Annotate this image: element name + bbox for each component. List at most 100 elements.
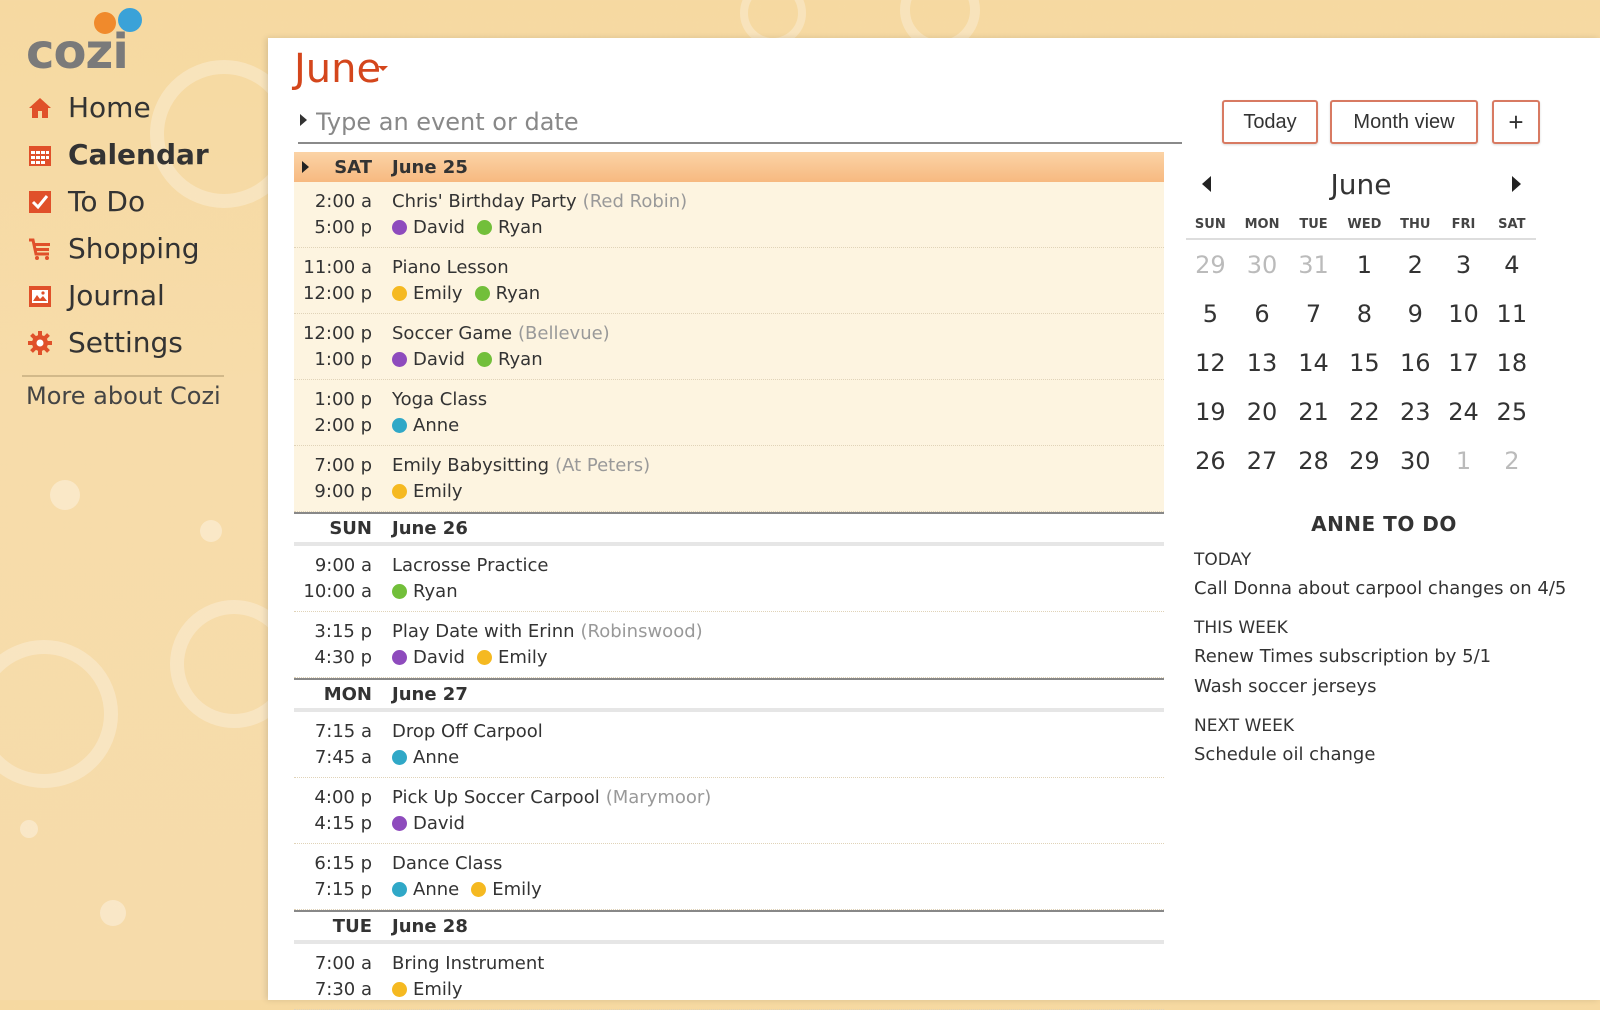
calendar-day[interactable]: 10 (1439, 289, 1487, 338)
calendar-day[interactable]: 28 (1289, 436, 1337, 485)
calendar-day[interactable]: 14 (1289, 338, 1337, 387)
calendar-day[interactable]: 2 (1391, 239, 1439, 289)
month-view-button[interactable]: Month view (1330, 100, 1478, 144)
nav-item-todo[interactable]: To Do (26, 178, 236, 225)
todo-item[interactable]: Wash soccer jerseys (1194, 676, 1574, 698)
attendee-color-dot-icon (392, 484, 407, 499)
next-month-arrow-icon[interactable] (1512, 176, 1521, 192)
weekday-header: THU (1391, 210, 1440, 240)
nav-item-shopping[interactable]: Shopping (26, 225, 236, 272)
attendee-color-dot-icon (471, 882, 487, 897)
calendar-day[interactable]: 19 (1186, 387, 1235, 436)
todo-item[interactable]: Schedule oil change (1194, 744, 1574, 766)
collapse-triangle-icon[interactable] (302, 161, 309, 173)
home-icon (26, 94, 54, 122)
calendar-day[interactable]: 29 (1186, 239, 1235, 289)
event-row[interactable]: 11:00 a 12:00 p Piano Lesson Emily Ryan (294, 248, 1164, 314)
calendar-day[interactable]: 16 (1391, 338, 1439, 387)
attendee: Emily (392, 481, 463, 502)
calendar-day[interactable]: 2 (1488, 436, 1536, 485)
event-attendees: Ryan (392, 581, 470, 602)
todo-item[interactable]: Renew Times subscription by 5/1 (1194, 646, 1574, 668)
day-date: June 26 (392, 517, 468, 539)
event-row[interactable]: 2:00 a 5:00 p Chris' Birthday Party (Red Ro… (294, 182, 1164, 248)
expand-triangle-icon[interactable] (300, 114, 307, 126)
calendar-day[interactable]: 31 (1289, 239, 1337, 289)
attendee: Emily (392, 283, 463, 304)
day-header[interactable]: SUN June 26 (294, 512, 1164, 546)
calendar-day[interactable]: 13 (1235, 338, 1290, 387)
agenda-list: SAT June 25 2:00 a 5:00 p Chris' Birthday Pa… (294, 152, 1164, 1010)
calendar-day[interactable]: 1 (1439, 436, 1487, 485)
calendar-day[interactable]: 4 (1488, 239, 1536, 289)
event-input[interactable] (314, 104, 1178, 140)
calendar-day[interactable]: 29 (1338, 436, 1391, 485)
main-nav: Home Calendar To Do Shopping Journal Set… (26, 84, 236, 366)
event-title: Chris' Birthday Party (392, 191, 577, 212)
add-event-button[interactable]: + (1492, 100, 1540, 144)
event-title-line: Drop Off Carpool (392, 721, 543, 742)
event-start-time: 7:00 a (314, 953, 372, 974)
day-header[interactable]: MON June 27 (294, 678, 1164, 712)
event-row[interactable]: 3:15 p 4:30 p Play Date with Erinn (Robinsw… (294, 612, 1164, 678)
event-row[interactable]: 7:15 a 7:45 a Drop Off Carpool Anne (294, 712, 1164, 778)
journal-icon (26, 282, 54, 310)
event-row[interactable]: 12:00 p 1:00 p Soccer Game (Bellevue) David R… (294, 314, 1164, 380)
attendee-color-dot-icon (476, 650, 492, 665)
nav-item-home[interactable]: Home (26, 84, 236, 131)
weekday-header: TUE (1289, 210, 1338, 240)
weekday-header: SUN (1186, 210, 1235, 240)
cozi-logo[interactable]: cozi (24, 6, 164, 80)
event-attendees: Emily (392, 979, 475, 1000)
calendar-day[interactable]: 6 (1235, 289, 1290, 338)
calendar-day[interactable]: 22 (1338, 387, 1391, 436)
calendar-day[interactable]: 17 (1439, 338, 1487, 387)
calendar-day[interactable]: 5 (1186, 289, 1235, 338)
calendar-day[interactable]: 11 (1488, 289, 1536, 338)
more-about-cozi-link[interactable]: More about Cozi (26, 382, 221, 410)
event-row[interactable]: 7:00 a 7:30 a Bring Instrument Emily (294, 944, 1164, 1010)
attendee-name: Anne (413, 747, 460, 768)
calendar-day[interactable]: 23 (1391, 387, 1439, 436)
calendar-day[interactable]: 20 (1235, 387, 1290, 436)
event-row[interactable]: 1:00 p 2:00 p Yoga Class Anne (294, 380, 1164, 446)
attendee-color-dot-icon (392, 286, 407, 301)
nav-item-journal[interactable]: Journal (26, 272, 236, 319)
day-header[interactable]: TUE June 28 (294, 910, 1164, 944)
calendar-day[interactable]: 8 (1338, 289, 1391, 338)
event-row[interactable]: 9:00 a 10:00 a Lacrosse Practice Ryan (294, 546, 1164, 612)
calendar-day[interactable]: 15 (1338, 338, 1391, 387)
calendar-day[interactable]: 3 (1439, 239, 1487, 289)
event-row[interactable]: 4:00 p 4:15 p Pick Up Soccer Carpool (Marym… (294, 778, 1164, 844)
today-button[interactable]: Today (1222, 100, 1318, 144)
month-dropdown-caret-icon[interactable] (378, 66, 388, 71)
calendar-day[interactable]: 9 (1391, 289, 1439, 338)
attendee: Anne (392, 747, 459, 768)
calendar-day[interactable]: 18 (1488, 338, 1536, 387)
event-row[interactable]: 6:15 p 7:15 p Dance Class Anne Emily (294, 844, 1164, 910)
event-attendees: Anne (392, 747, 471, 768)
event-end-time: 5:00 p (314, 217, 372, 238)
event-title-line: Bring Instrument (392, 953, 544, 974)
nav-item-settings[interactable]: Settings (26, 319, 236, 366)
calendar-day[interactable]: 30 (1391, 436, 1439, 485)
calendar-day[interactable]: 25 (1488, 387, 1536, 436)
event-row[interactable]: 7:00 p 9:00 p Emily Babysitting (At Peters)… (294, 446, 1164, 512)
calendar-day[interactable]: 24 (1439, 387, 1487, 436)
nav-item-calendar[interactable]: Calendar (26, 131, 236, 178)
event-start-time: 12:00 p (302, 323, 372, 344)
day-header[interactable]: SAT June 25 (294, 152, 1164, 182)
todo-item[interactable]: Call Donna about carpool changes on 4/5 (1194, 578, 1574, 600)
calendar-day[interactable]: 12 (1186, 338, 1235, 387)
calendar-day[interactable]: 21 (1289, 387, 1337, 436)
event-title: Dance Class (392, 853, 503, 874)
calendar-day[interactable]: 30 (1235, 239, 1290, 289)
calendar-day[interactable]: 26 (1186, 436, 1235, 485)
event-title-line: Emily Babysitting (At Peters) (392, 455, 650, 476)
event-start-time: 7:15 a (314, 721, 372, 742)
month-title[interactable]: June (294, 46, 381, 92)
calendar-day[interactable]: 7 (1289, 289, 1337, 338)
calendar-day[interactable]: 1 (1338, 239, 1391, 289)
calendar-day[interactable]: 27 (1235, 436, 1290, 485)
event-attendees: Emily (392, 481, 475, 502)
